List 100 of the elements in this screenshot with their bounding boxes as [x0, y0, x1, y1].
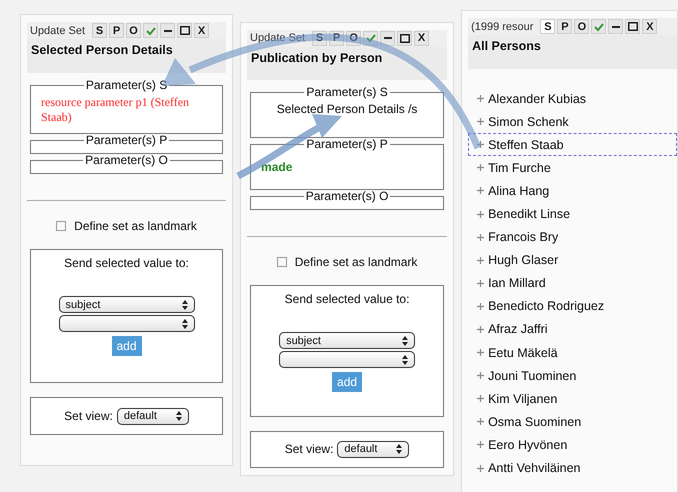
- maximize-icon: [400, 34, 410, 43]
- stepper-arrows-icon: [402, 354, 408, 365]
- plus-icon: [477, 464, 484, 472]
- dropdown[interactable]: [58, 315, 195, 332]
- person-name: Benedikt Linse: [488, 207, 570, 222]
- checkbox[interactable]: [276, 257, 287, 268]
- person-list-item[interactable]: Eero Hyvönen: [468, 433, 677, 456]
- person-name: Alexander Kubias: [488, 92, 586, 106]
- person-list-item[interactable]: Jouni Tuominen: [468, 364, 677, 388]
- plus-icon: [477, 164, 484, 172]
- person-list-item[interactable]: Benedicto Rodriguez: [468, 294, 677, 318]
- person-list-item[interactable]: Hugh Glaser: [468, 248, 677, 272]
- send-label: Send selected value to:: [64, 256, 189, 270]
- toolbar-button[interactable]: P: [557, 19, 572, 34]
- plus-icon: [477, 441, 484, 448]
- plus-icon: [477, 395, 484, 402]
- maximize-icon: [628, 22, 638, 31]
- minimize-icon: [384, 37, 392, 40]
- person-name: Alina Hang: [488, 184, 550, 198]
- plus-icon: [477, 210, 484, 218]
- person-list-item[interactable]: Alina Hang: [468, 179, 677, 202]
- plus-icon: [477, 372, 484, 380]
- person-list-item[interactable]: Alexander Kubias: [468, 87, 677, 110]
- person-name: Francois Bry: [488, 230, 558, 244]
- stepper-arrows-icon: [396, 444, 402, 454]
- parameter-value: Selected Person Details /s: [276, 102, 418, 116]
- dropdown[interactable]: subject: [58, 296, 195, 313]
- toolbar-button[interactable]: X: [194, 23, 210, 38]
- parameter-legend: Parameter(s) S: [84, 79, 170, 91]
- panel-title: Selected Person Details: [31, 43, 173, 57]
- toolbar-button[interactable]: S: [92, 23, 108, 38]
- toolbar-button[interactable]: O: [574, 19, 590, 34]
- set-view-label: Set view:: [284, 442, 334, 456]
- parameter-box[interactable]: Parameter(s) P made: [250, 138, 444, 190]
- minimize-button[interactable]: [380, 30, 396, 46]
- person-list-item[interactable]: Tim Furche: [468, 156, 677, 180]
- panel-title: Publication by Person: [251, 50, 382, 65]
- stepper-arrows-icon: [182, 300, 188, 310]
- checkbox[interactable]: [56, 221, 66, 231]
- view-dropdown[interactable]: default: [116, 408, 189, 424]
- plus-icon: [477, 234, 484, 241]
- person-name: Antti Vehviläinen: [488, 461, 581, 476]
- parameter-box[interactable]: Parameter(s) O: [250, 190, 444, 210]
- minimize-icon: [612, 26, 620, 28]
- person-name: Kim Viljanen: [488, 392, 558, 406]
- person-list-item[interactable]: Ian Millard: [468, 272, 677, 295]
- parameter-box[interactable]: Parameter(s) S resource parameter p1 (Steffen Staab): [30, 79, 224, 134]
- person-list-item[interactable]: Benedikt Linse: [468, 202, 677, 226]
- plus-icon: [477, 118, 484, 126]
- person-list-item[interactable]: Afraz Jaffri: [468, 318, 677, 342]
- toolbar-button[interactable]: O: [126, 23, 142, 38]
- dropdown[interactable]: [279, 351, 416, 368]
- parameter-legend: Parameter(s) S: [304, 86, 390, 98]
- maximize-icon: [180, 26, 190, 35]
- person-name: Steffen Staab: [488, 138, 564, 152]
- minimize-button[interactable]: [160, 23, 176, 38]
- check-icon: [146, 26, 156, 36]
- person-name: Eetu Mäkelä: [488, 346, 558, 360]
- stepper-arrows-icon: [402, 336, 408, 346]
- minimize-button[interactable]: [608, 19, 624, 34]
- person-name: Afraz Jaffri: [488, 322, 548, 336]
- view-dropdown[interactable]: default: [337, 440, 410, 458]
- plus-icon: [477, 95, 484, 102]
- parameter-value: made: [261, 159, 294, 174]
- parameter-box[interactable]: Parameter(s) O: [30, 154, 224, 174]
- plus-icon: [477, 256, 484, 264]
- parameter-legend: Parameter(s) O: [83, 154, 170, 166]
- panel-header-label: Update Set: [30, 24, 86, 36]
- maximize-button[interactable]: [397, 30, 412, 46]
- person-list-item[interactable]: Simon Schenk: [468, 110, 677, 134]
- dropdown[interactable]: subject: [279, 332, 416, 350]
- dropdown-value: subject: [66, 298, 100, 310]
- person-list-item[interactable]: Kim Viljanen: [468, 387, 677, 410]
- person-name: Osma Suominen: [488, 414, 582, 429]
- parameter-box[interactable]: Parameter(s) P: [30, 134, 224, 154]
- maximize-button[interactable]: [177, 23, 192, 38]
- plus-icon: [477, 349, 484, 356]
- person-list-item[interactable]: Francois Bry: [468, 226, 677, 249]
- set-view-label: Set view:: [64, 409, 113, 423]
- plus-icon: [477, 326, 484, 333]
- toolbar-button[interactable]: P: [109, 23, 124, 38]
- person-name: Tim Furche: [488, 160, 551, 175]
- check-icon: [594, 22, 604, 32]
- person-name: Eero Hyvönen: [488, 438, 568, 452]
- parameter-legend: Parameter(s) P: [304, 138, 390, 150]
- parameter-value: resource parameter p1 (Steffen Staab): [41, 95, 190, 125]
- toolbar-button[interactable]: X: [642, 19, 658, 34]
- send-label: Send selected value to:: [284, 292, 410, 306]
- person-name: Benedicto Rodriguez: [488, 299, 604, 314]
- toolbar-button[interactable]: S: [540, 19, 556, 34]
- person-list-item[interactable]: Eetu Mäkelä: [468, 341, 677, 364]
- person-list-item[interactable]: Osma Suominen: [468, 410, 677, 434]
- person-name: Hugh Glaser: [488, 253, 558, 268]
- plus-icon: [477, 418, 484, 426]
- checkbox-label: Define set as landmark: [74, 219, 197, 233]
- parameter-box[interactable]: Parameter(s) S Selected Person Details /s: [250, 86, 444, 138]
- person-list-item[interactable]: Antti Vehviläinen: [468, 456, 677, 480]
- person-list-item[interactable]: Steffen Staab: [468, 133, 677, 156]
- toolbar-button[interactable]: X: [414, 30, 430, 46]
- maximize-button[interactable]: [625, 19, 640, 34]
